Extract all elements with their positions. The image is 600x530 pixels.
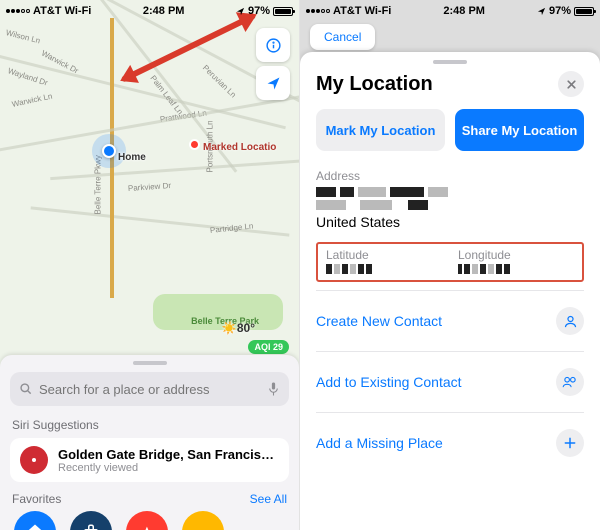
see-all-link[interactable]: See All — [250, 492, 287, 506]
location-arrow-icon — [265, 75, 282, 92]
favorite-work[interactable] — [70, 511, 112, 530]
close-button[interactable] — [558, 71, 584, 97]
pin-icon — [20, 446, 48, 474]
add-existing-label: Add to Existing Contact — [316, 374, 462, 390]
search-sheet[interactable]: Siri Suggestions Golden Gate Bridge, San… — [0, 355, 299, 530]
coordinates-box: Latitude Longitude — [316, 242, 584, 282]
location-detail-sheet[interactable]: My Location Mark My Location Share My Lo… — [300, 52, 600, 530]
close-icon — [566, 79, 577, 90]
current-location-dot[interactable] — [102, 144, 116, 158]
street-label: Parkview Dr — [128, 181, 172, 193]
favorite-home[interactable] — [14, 511, 56, 530]
clock: 2:48 PM — [143, 5, 185, 17]
add-missing-label: Add a Missing Place — [316, 435, 443, 451]
create-contact-row[interactable]: Create New Contact — [316, 297, 584, 345]
location-services-icon — [236, 7, 245, 16]
aqi-badge[interactable]: AQI 29 — [248, 340, 289, 354]
status-bar: AT&T Wi-Fi 2:48 PM 97% — [300, 0, 600, 22]
home-icon — [25, 522, 45, 530]
suggestion-row[interactable]: Golden Gate Bridge, San Francis… Recentl… — [10, 438, 289, 482]
address-line-1 — [316, 187, 584, 197]
longitude-value — [458, 264, 574, 274]
street-label: Partridge Ln — [210, 221, 254, 235]
info-icon — [265, 37, 282, 54]
search-field[interactable] — [10, 372, 289, 406]
share-location-button[interactable]: Share My Location — [455, 109, 584, 151]
home-label: Home — [118, 152, 146, 163]
status-bar: AT&T Wi-Fi 2:48 PM 97% — [0, 0, 299, 22]
latitude-label: Latitude — [326, 248, 442, 262]
dictation-icon[interactable] — [267, 381, 280, 397]
maps-main-screen: Belle Terre Park Wilson Ln Warwick Dr Wa… — [0, 0, 300, 530]
pin-icon — [138, 523, 156, 530]
marked-location-label: Marked Locatio — [203, 142, 276, 153]
carrier-label: AT&T Wi-Fi — [33, 5, 91, 17]
street-label: Wayland Dr — [7, 66, 49, 87]
contact-merge-icon — [556, 368, 584, 396]
street-label: Prattwood Ln — [159, 108, 207, 123]
latitude-value — [326, 264, 442, 274]
sheet-grabber[interactable] — [433, 60, 467, 64]
briefcase-icon — [82, 523, 100, 530]
cancel-peek[interactable]: Cancel — [310, 24, 375, 50]
suggestion-subtitle: Recently viewed — [58, 462, 279, 474]
tracking-button[interactable] — [256, 66, 290, 100]
favorite-other[interactable] — [182, 511, 224, 530]
add-missing-place-row[interactable]: Add a Missing Place — [316, 419, 584, 467]
address-country: United States — [316, 214, 584, 230]
marked-location-pin[interactable] — [189, 139, 200, 150]
favorite-pinned[interactable] — [126, 511, 168, 530]
sheet-grabber[interactable] — [133, 361, 167, 365]
address-label: Address — [316, 169, 584, 183]
street-label: Belle Terre Pkwy — [94, 155, 103, 214]
street-label: Warwick Ln — [11, 92, 53, 109]
mark-location-button[interactable]: Mark My Location — [316, 109, 445, 151]
sheet-title: My Location — [316, 73, 433, 96]
signal-dots — [6, 9, 30, 13]
street-label: Wilson Ln — [5, 28, 41, 45]
siri-suggestions-heading: Siri Suggestions — [12, 418, 287, 432]
create-contact-label: Create New Contact — [316, 313, 442, 329]
longitude-label: Longitude — [458, 248, 574, 262]
street-label: Peruvian Ln — [201, 63, 238, 99]
favorites-row — [10, 511, 289, 530]
suggestion-title: Golden Gate Bridge, San Francis… — [58, 447, 279, 462]
address-line-2 — [316, 200, 584, 210]
battery-pct: 97% — [248, 5, 270, 17]
add-existing-contact-row[interactable]: Add to Existing Contact — [316, 358, 584, 406]
favorites-heading: Favorites — [12, 492, 61, 506]
map-info-button[interactable] — [256, 28, 290, 62]
weather-badge[interactable]: ☀️80° — [222, 321, 255, 335]
my-location-screen: AT&T Wi-Fi 2:48 PM 97% Cancel My Locatio… — [300, 0, 600, 530]
search-input[interactable] — [39, 382, 261, 397]
search-icon — [19, 382, 33, 396]
battery-icon — [273, 7, 293, 16]
contact-add-icon — [556, 307, 584, 335]
plus-icon — [556, 429, 584, 457]
